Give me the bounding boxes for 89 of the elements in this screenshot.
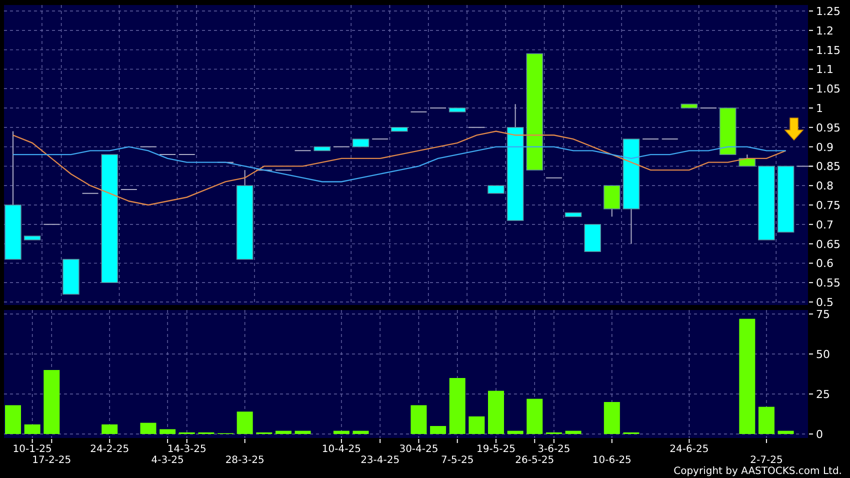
down-arrow-icon	[784, 118, 804, 141]
axis-label: 0.65	[816, 238, 840, 251]
candlestick	[410, 111, 428, 112]
candlestick	[43, 224, 60, 225]
axis-label: 26-5-25	[515, 455, 554, 466]
axis-label: 7-5-25	[441, 455, 474, 466]
axis-label: 0.7	[816, 218, 834, 232]
volume-bar	[294, 430, 311, 434]
candlestick	[604, 185, 620, 218]
axis-label: 2-7-25	[750, 455, 783, 466]
candlestick	[159, 154, 176, 156]
candlestick	[274, 170, 292, 171]
axis-label: 0.85	[816, 160, 840, 174]
volume-bar	[236, 412, 253, 434]
volume-bar	[565, 430, 582, 434]
axis-label: 1.2	[816, 24, 834, 38]
candlestick	[82, 192, 99, 194]
candlestick	[661, 138, 678, 140]
candlestick	[488, 185, 504, 194]
candlestick	[24, 236, 41, 240]
candlestick	[448, 108, 466, 112]
candlestick	[352, 138, 370, 148]
candlestick	[468, 126, 486, 128]
axis-label: 0.95	[816, 121, 840, 134]
axis-label: 30-4-25	[399, 444, 438, 455]
candlestick	[391, 127, 408, 132]
candlestick	[372, 138, 389, 140]
copyright-text: Copyright by AASTOCKS.com Ltd.	[674, 466, 842, 478]
candlestick	[256, 170, 273, 171]
volume-bar	[275, 430, 292, 434]
volume-bar	[449, 378, 466, 434]
axis-label: 24-2-25	[90, 444, 130, 455]
candlestick	[120, 188, 138, 190]
axis-label: 10-4-25	[322, 444, 361, 455]
axis-label: 0.6	[816, 257, 834, 270]
candlestick	[564, 212, 582, 218]
volume-bar	[333, 430, 350, 434]
axis-label: 0.5	[816, 296, 834, 306]
volume-bar	[5, 405, 21, 434]
axis-label: 1.25	[816, 5, 840, 18]
axis-label: 75	[816, 308, 830, 321]
volume-bar	[488, 390, 504, 434]
axis-label: 10-6-25	[592, 455, 632, 466]
axis-label: 19-5-25	[476, 444, 516, 455]
axis-label: 0	[816, 428, 823, 441]
candlestick	[642, 138, 660, 140]
volume-bar	[468, 416, 485, 434]
volume-bar	[430, 426, 446, 434]
axis-label: 50	[816, 348, 830, 361]
axis-label: 1.1	[816, 63, 834, 76]
axis-label: 24-6-25	[670, 444, 709, 455]
volume-bar	[507, 430, 524, 434]
axis-label: 14-3-25	[167, 444, 206, 455]
candlestick	[140, 146, 157, 148]
axis-label: 1.15	[816, 44, 840, 57]
axis-label: 3-6-25	[538, 444, 570, 455]
candlestick	[294, 150, 312, 152]
volume-bar	[604, 402, 620, 434]
axis-label: 0.75	[816, 199, 840, 212]
candlestick	[680, 104, 698, 108]
axis-label: 17-2-25	[32, 455, 72, 466]
axis-label: 23-4-25	[360, 455, 400, 466]
axis-label: 4-3-25	[151, 455, 184, 466]
axis-label: 25	[816, 388, 830, 401]
candlestick	[584, 224, 601, 252]
volume-bar	[778, 430, 794, 434]
volume-bar	[44, 370, 60, 434]
volume-bar	[140, 422, 156, 434]
volume-bar	[410, 405, 427, 434]
candlestick	[332, 146, 350, 148]
axis-label: 1	[816, 102, 823, 115]
volume-bar	[160, 429, 176, 434]
axis-label: 0.9	[816, 140, 834, 154]
axis-label: 1.05	[816, 82, 840, 96]
axis-label: 0.8	[816, 180, 834, 193]
volume-bar	[352, 430, 369, 434]
candlestick	[314, 146, 331, 152]
axis-label: 0.55	[816, 276, 840, 290]
candlestick	[777, 166, 794, 233]
volume-bar	[526, 398, 543, 434]
axis-label: 10-1-25	[12, 444, 52, 455]
volume-bar	[102, 424, 118, 434]
volume-bar	[758, 406, 774, 434]
candlestick	[738, 154, 756, 167]
candlestick	[62, 258, 80, 295]
candlestick	[545, 177, 562, 178]
axis-label: 28-3-25	[225, 455, 264, 466]
candlestick	[719, 108, 736, 155]
candlestick	[178, 154, 196, 156]
